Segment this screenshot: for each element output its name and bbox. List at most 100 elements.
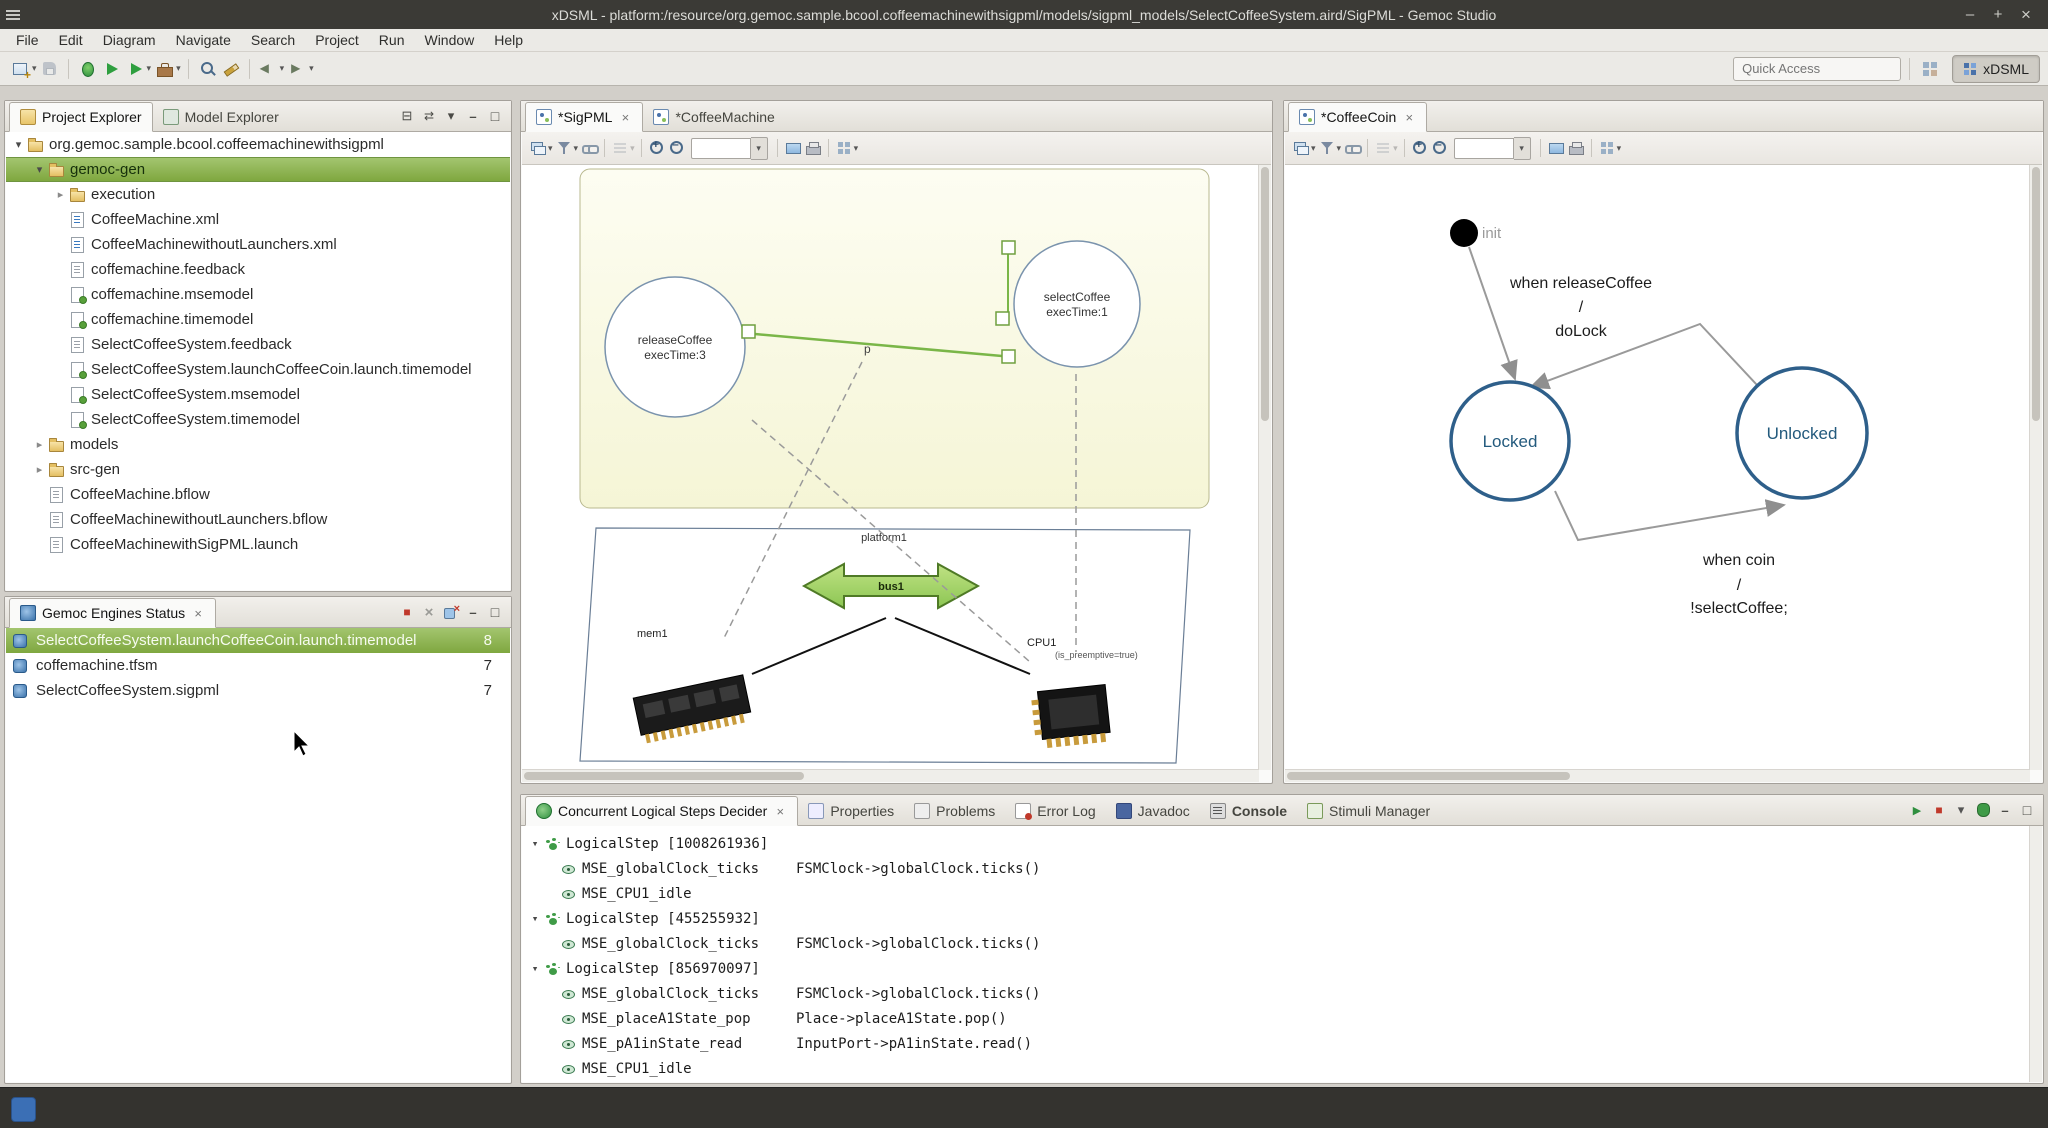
diagram-toolbar-button[interactable]: [777, 139, 778, 157]
view-tab[interactable]: Problems: [904, 797, 1005, 825]
input-port[interactable]: [1002, 350, 1015, 363]
menu-item[interactable]: Search: [241, 29, 305, 52]
toolbar-button[interactable]: [188, 59, 189, 79]
zoom-level-combo[interactable]: [691, 137, 768, 160]
view-tab[interactable]: Model Explorer: [153, 103, 289, 131]
align-button[interactable]: [610, 136, 636, 160]
menu-item[interactable]: Project: [305, 29, 369, 52]
app-menu-icon[interactable]: [0, 0, 26, 29]
zoom-level-value[interactable]: [691, 138, 751, 159]
toolbar-button[interactable]: [249, 59, 250, 79]
vertical-scrollbar[interactable]: [2029, 165, 2042, 770]
menu-item[interactable]: Edit: [49, 29, 93, 52]
diagram-toolbar-button[interactable]: [604, 139, 605, 157]
menu-item[interactable]: Run: [369, 29, 415, 52]
diagram-toolbar-button[interactable]: [1367, 139, 1368, 157]
logical-step-row[interactable]: MSE_globalClock_ticks FSMClock->globalCl…: [522, 931, 2030, 956]
logical-step-row[interactable]: MSE_globalClock_ticks FSMClock->globalCl…: [522, 856, 2030, 881]
diagram-toolbar-button[interactable]: [1404, 139, 1405, 157]
maximize-view-button[interactable]: [485, 106, 505, 126]
dispose-all-engines-button[interactable]: [441, 602, 461, 622]
transition-label-selectcoffee[interactable]: when coin / !selectCoffee;: [1690, 552, 1788, 617]
open-perspective-icon[interactable]: [1918, 57, 1944, 81]
diagram-toolbar-button[interactable]: [828, 139, 829, 157]
decider-menu-button[interactable]: [1951, 800, 1971, 820]
layers-button[interactable]: [528, 136, 554, 160]
editor-tab[interactable]: *CoffeeCoin: [1288, 102, 1427, 132]
tree-item[interactable]: org.gemoc.sample.bcool.coffeemachinewith…: [6, 132, 510, 157]
chevron-down-icon[interactable]: [630, 143, 635, 154]
run-history-button[interactable]: [123, 56, 153, 82]
tree-item[interactable]: models: [6, 432, 510, 457]
zoom-in-button[interactable]: [647, 136, 667, 160]
maximize-view-button[interactable]: [2017, 800, 2037, 820]
debug-button[interactable]: [75, 56, 99, 82]
tree-item[interactable]: CoffeeMachine.xml: [6, 207, 510, 232]
tab-close-icon[interactable]: [618, 110, 632, 124]
input-port[interactable]: [996, 312, 1009, 325]
logical-step-row[interactable]: MSE_CPU1_idle: [522, 1056, 2030, 1081]
grid-button[interactable]: [834, 136, 860, 160]
tree-item[interactable]: SelectCoffeeSystem.msemodel: [6, 382, 510, 407]
validate-button[interactable]: [1973, 800, 1993, 820]
logical-step-row[interactable]: LogicalStep [455255932]: [522, 906, 2030, 931]
tree-item[interactable]: src-gen: [6, 457, 510, 482]
chevron-down-icon[interactable]: [309, 63, 314, 74]
chevron-down-icon[interactable]: [1514, 137, 1531, 160]
align-button[interactable]: [1373, 136, 1399, 160]
grid-button[interactable]: [1597, 136, 1623, 160]
layers-button[interactable]: [1291, 136, 1317, 160]
window-minimize-button[interactable]: [1956, 3, 1984, 27]
zoom-out-button[interactable]: [1430, 136, 1450, 160]
logical-step-row[interactable]: MSE_pA1inState_read InputPort->pA1inStat…: [522, 1031, 2030, 1056]
view-tab[interactable]: Error Log: [1005, 797, 1105, 825]
forward-button[interactable]: [285, 56, 315, 82]
menu-item[interactable]: Window: [414, 29, 484, 52]
print-button[interactable]: [803, 136, 823, 160]
filters-button[interactable]: [554, 136, 580, 160]
stop-engine-button[interactable]: [397, 602, 417, 622]
tab-close-icon[interactable]: [1402, 110, 1416, 124]
sigpml-canvas[interactable]: releaseCoffee execTime:3 selectCoffee ex…: [522, 165, 1259, 770]
initial-state-node[interactable]: [1450, 219, 1478, 247]
taskbar-app-button[interactable]: [11, 1097, 36, 1122]
expander-icon[interactable]: [31, 463, 48, 476]
step-button[interactable]: [1907, 800, 1927, 820]
save-button[interactable]: [38, 56, 62, 82]
search-button[interactable]: [195, 56, 219, 82]
view-tab[interactable]: Concurrent Logical Steps Decider: [525, 796, 798, 826]
horizontal-scrollbar[interactable]: [522, 769, 1259, 782]
tree-item[interactable]: execution: [6, 182, 510, 207]
logical-step-row[interactable]: MSE_placeA1State_pop Place->placeA1State…: [522, 1006, 2030, 1031]
toolbar-button[interactable]: [68, 59, 69, 79]
logical-step-row[interactable]: LogicalStep [1008261936]: [522, 831, 2030, 856]
zoom-in-button[interactable]: [1410, 136, 1430, 160]
app-releasecoffee-node[interactable]: [605, 277, 745, 417]
tree-item[interactable]: SelectCoffeeSystem.launchCoffeeCoin.laun…: [6, 357, 510, 382]
tab-close-icon[interactable]: [191, 606, 205, 620]
app-selectcoffee-node[interactable]: [1014, 241, 1140, 367]
expander-icon[interactable]: [31, 163, 48, 176]
editor-tab[interactable]: *SigPML: [525, 102, 643, 132]
logical-step-row[interactable]: LogicalStep [856970097]: [522, 956, 2030, 981]
chevron-down-icon[interactable]: [176, 63, 181, 74]
engine-row[interactable]: coffemachine.tfsm 7: [6, 653, 510, 678]
expander-icon[interactable]: [10, 138, 27, 151]
chevron-down-icon[interactable]: [1617, 143, 1622, 154]
chevron-down-icon[interactable]: [1337, 143, 1342, 154]
window-close-button[interactable]: [2012, 3, 2040, 27]
chevron-down-icon[interactable]: [147, 63, 152, 74]
menu-item[interactable]: Help: [484, 29, 533, 52]
view-tab[interactable]: Properties: [798, 797, 904, 825]
zoom-level-combo[interactable]: [1454, 137, 1531, 160]
link-with-editor-button[interactable]: [419, 106, 439, 126]
engine-row[interactable]: SelectCoffeeSystem.launchCoffeeCoin.laun…: [6, 628, 510, 653]
chevron-down-icon[interactable]: [280, 63, 285, 74]
vertical-scrollbar[interactable]: [2029, 826, 2042, 1082]
link-with-editor-button[interactable]: [1342, 136, 1362, 160]
zoom-out-button[interactable]: [667, 136, 687, 160]
tree-item[interactable]: CoffeeMachinewithoutLaunchers.bflow: [6, 507, 510, 532]
minimize-view-button[interactable]: [1995, 800, 2015, 820]
expander-icon[interactable]: [31, 438, 48, 451]
view-tab[interactable]: Gemoc Engines Status: [9, 598, 216, 628]
